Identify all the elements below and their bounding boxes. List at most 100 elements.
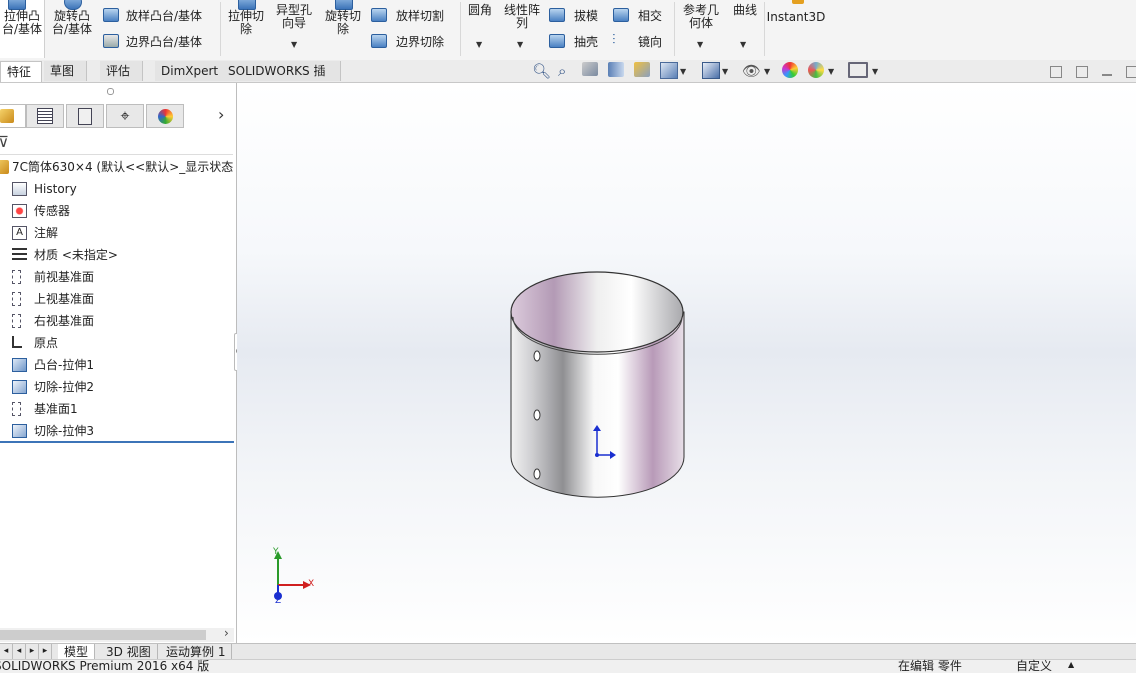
tree-item[interactable]: 传感器	[0, 200, 234, 222]
panel-splitter-handle[interactable]	[107, 88, 114, 95]
filter-icon: ⊽	[0, 133, 9, 151]
fillet-button[interactable]: 圆角 ▼	[462, 0, 498, 58]
hole-wizard-label: 异型孔 向导	[275, 3, 312, 30]
status-bar: SOLIDWORKS Premium 2016 x64 版 在编辑 零件 自定义…	[0, 659, 1136, 673]
view-orientation-icon[interactable]	[660, 62, 678, 79]
tree-horizontal-scrollbar[interactable]: ›	[0, 626, 234, 642]
tab-feature-manager[interactable]	[0, 104, 26, 128]
tree-item[interactable]: 右视基准面	[0, 310, 234, 332]
tab-nav-last-icon[interactable]: ▸	[39, 644, 52, 659]
lofted-cut-button[interactable]: 放样切割	[368, 6, 460, 26]
boundary-boss-icon	[103, 34, 119, 48]
chevron-down-icon: ▼	[517, 40, 524, 49]
chevron-up-icon[interactable]: ▲	[1068, 660, 1074, 669]
intersect-button[interactable]: 相交	[610, 6, 668, 26]
tree-item[interactable]: 凸台-拉伸1	[0, 354, 234, 376]
reference-geometry-button[interactable]: 参考几 何体 ▼	[678, 0, 724, 58]
section-view-icon[interactable]	[608, 62, 624, 77]
restore-panel-right-icon[interactable]	[1076, 66, 1088, 78]
tree-item[interactable]: 上视基准面	[0, 288, 234, 310]
scroll-right-icon[interactable]: ›	[224, 626, 229, 640]
graphics-area[interactable]: Y X Z	[237, 83, 1136, 643]
rollback-bar[interactable]	[0, 441, 234, 443]
tree-item[interactable]: 基准面1	[0, 398, 234, 420]
view-settings-icon[interactable]	[848, 62, 868, 78]
tree-item[interactable]: 前视基准面	[0, 266, 234, 288]
curves-button[interactable]: 曲线 ▼	[728, 0, 762, 58]
ribbon-separator	[674, 2, 675, 56]
tab-evaluate[interactable]: 评估	[100, 61, 143, 81]
tab-dimxpert-manager[interactable]: ⌖	[106, 104, 144, 128]
hide-show-items-icon[interactable]: 👁︎	[742, 62, 761, 80]
boundary-cut-icon	[371, 34, 387, 48]
chevron-down-icon[interactable]: ▼	[872, 67, 878, 76]
minimize-icon[interactable]	[1102, 74, 1112, 76]
tree-item[interactable]: 切除-拉伸3	[0, 420, 234, 442]
triad-y-label: Y	[273, 547, 279, 557]
tree-item[interactable]: 材质 <未指定>	[0, 244, 234, 266]
boundary-cut-button[interactable]: 边界切除	[368, 32, 460, 52]
zoom-to-area-icon[interactable]: ⌕	[558, 62, 566, 80]
tree-item[interactable]: A 注解	[0, 222, 234, 244]
tab-configuration-manager[interactable]	[66, 104, 104, 128]
chevron-down-icon[interactable]: ▼	[764, 67, 770, 76]
boundary-boss-button[interactable]: 边界凸台/基体	[100, 32, 216, 52]
tab-nav-next-icon[interactable]: ▸	[26, 644, 39, 659]
zoom-to-fit-icon[interactable]: 🔍︎	[532, 62, 551, 80]
heads-up-view-toolbar: 🔍︎ ⌕ ▼ ▼ 👁︎ ▼ ▼ ▼	[530, 60, 890, 82]
lofted-cut-label: 放样切割	[396, 9, 445, 23]
chevron-down-icon[interactable]: ▼	[828, 67, 834, 76]
loft-boss-button[interactable]: 放样凸台/基体	[100, 6, 216, 26]
hole	[533, 350, 541, 362]
feature-manager-icon	[0, 109, 14, 123]
tab-dimxpert[interactable]: DimXpert	[155, 61, 224, 81]
linear-pattern-button[interactable]: 线性阵 列 ▼	[500, 0, 544, 58]
tree-item[interactable]: History	[0, 178, 234, 200]
draft-button[interactable]: 拔模	[546, 6, 604, 26]
material-icon	[12, 248, 27, 262]
edit-appearance-icon[interactable]	[782, 62, 798, 78]
tab-features[interactable]: 特征	[0, 61, 42, 82]
restore-icon[interactable]	[1126, 66, 1136, 78]
tab-property-manager[interactable]	[26, 104, 64, 128]
chevron-down-icon[interactable]: ▼	[680, 67, 686, 76]
plane-icon	[12, 314, 21, 328]
tab-display-manager[interactable]	[146, 104, 184, 128]
hole-wizard-button[interactable]: 异型孔 向导 ▼	[272, 0, 316, 58]
crosshair-icon: ⌖	[120, 106, 130, 125]
tab-sketch[interactable]: 草图	[44, 61, 87, 81]
tree-item[interactable]: 切除-拉伸2	[0, 376, 234, 398]
revolve-boss-button[interactable]: 旋转凸 台/基体	[48, 0, 96, 58]
chevron-right-icon[interactable]: ›	[218, 105, 224, 124]
property-manager-icon	[37, 108, 53, 124]
restore-panel-left-icon[interactable]	[1050, 66, 1062, 78]
tab-nav-prev-icon[interactable]: ◂	[13, 644, 26, 659]
scrollbar-thumb[interactable]	[0, 630, 206, 640]
draft-icon	[549, 8, 565, 22]
tab-solidworks-addins[interactable]: SOLIDWORKS 插件	[222, 61, 341, 98]
tab-nav-first-icon[interactable]: ◂	[0, 644, 13, 659]
revolved-cut-button[interactable]: 旋转切 除	[320, 0, 366, 58]
tree-filter-bar[interactable]: ⊽	[0, 131, 233, 155]
tree-item-label: 注解	[34, 226, 59, 240]
extruded-cut-button[interactable]: 拉伸切 除	[224, 0, 268, 58]
mirror-button[interactable]: ⫶ 镜向	[610, 32, 668, 52]
tree-root-part[interactable]: 7C筒体630×4 (默认<<默认>_显示状态 1	[0, 156, 236, 178]
revolved-cut-label: 旋转切 除	[324, 9, 361, 36]
apply-scene-icon[interactable]	[808, 62, 824, 78]
command-manager-ribbon: 拉伸凸 台/基体 旋转凸 台/基体 放样凸台/基体 边界凸台/基体 拉伸切 除 …	[0, 0, 1136, 61]
cylinder-model[interactable]	[237, 83, 1136, 643]
boss-extrude-icon	[12, 358, 27, 372]
linear-pattern-label: 线性阵 列	[503, 3, 540, 30]
shell-button[interactable]: 抽壳	[546, 32, 604, 52]
dynamic-annotation-icon[interactable]	[634, 62, 650, 77]
instant3d-button[interactable]: Instant3D	[766, 0, 826, 58]
triad-x-label: X	[308, 579, 315, 589]
tree-item[interactable]: 原点	[0, 332, 234, 354]
display-style-icon[interactable]	[702, 62, 720, 79]
chevron-down-icon[interactable]: ▼	[722, 67, 728, 76]
previous-view-icon[interactable]	[582, 62, 598, 76]
extrude-boss-button[interactable]: 拉伸凸 台/基体	[0, 0, 45, 58]
tree-item-label: 切除-拉伸2	[34, 380, 94, 394]
tree-item-label: History	[34, 182, 77, 196]
